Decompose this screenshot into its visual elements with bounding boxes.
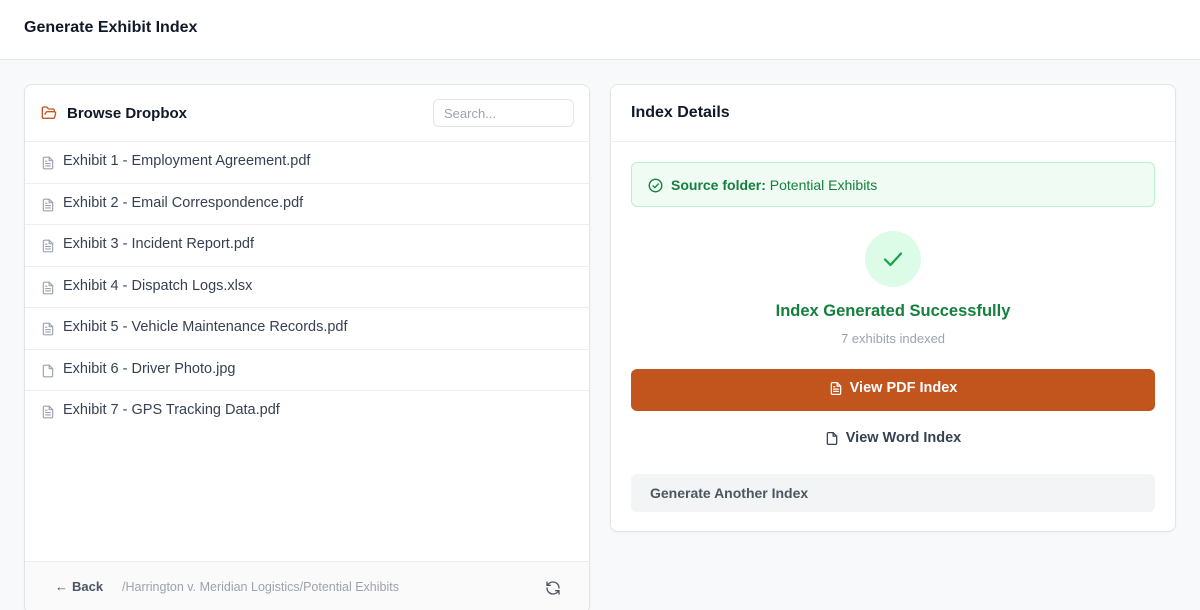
file-icon [42,364,54,377]
file-name: Exhibit 1 - Employment Agreement.pdf [63,153,311,169]
dropbox-browser-panel: Browse Dropbox Exhibit 1 - Employment Ag… [24,84,590,610]
exhibit-count: 7 exhibits indexed [840,331,946,346]
source-folder-text: Source folder: Potential Exhibits [671,177,877,193]
source-folder-label: Source folder: [671,177,766,193]
success-check-icon [865,231,921,287]
file-list: Exhibit 1 - Employment Agreement.pdf Exh… [25,142,589,433]
file-name: Exhibit 4 - Dispatch Logs.xlsx [63,277,253,294]
view-pdf-label: View PDF Index [849,380,958,397]
list-item[interactable]: Exhibit 2 - Email Correspondence.pdf [25,184,589,225]
file-text-icon [42,198,54,211]
view-word-index-button[interactable]: View Word Index [631,419,1155,461]
details-header: Index Details [611,85,1175,142]
file-name: Exhibit 7 - GPS Tracking Data.pdf [63,402,280,418]
source-folder-value: Potential Exhibits [769,177,878,193]
list-item[interactable]: Exhibit 1 - Employment Agreement.pdf [25,142,589,184]
file-name: Exhibit 3 - Incident Report.pdf [63,236,255,252]
top-bar: Generate Exhibit Index [0,0,1200,60]
list-item[interactable]: Exhibit 5 - Vehicle Maintenance Records.… [25,308,589,350]
back-button[interactable]: ← Back [55,579,103,594]
file-text-icon [42,405,54,419]
browser-header: Browse Dropbox [25,85,589,142]
search-input[interactable] [433,99,574,127]
back-label: Back [72,579,104,594]
file-text-icon [830,381,841,395]
page-title: Generate Exhibit Index [24,19,198,36]
list-item[interactable]: Exhibit 6 - Driver Photo.jpg [25,350,589,391]
file-text-icon [42,156,54,170]
file-text-icon [42,281,54,294]
browser-footer: ← Back /Harrington v. Meridian Logistics/… [25,561,589,610]
file-text-icon [42,239,54,253]
browser-title: Browse Dropbox [67,105,188,122]
list-item[interactable]: Exhibit 4 - Dispatch Logs.xlsx [25,267,589,308]
file-icon [826,431,838,445]
refresh-icon[interactable] [545,580,561,596]
file-text-icon [42,322,54,336]
current-path: /Harrington v. Meridian Logistics/Potent… [122,580,399,594]
index-details-panel: Index Details Source folder: Potential E… [610,84,1176,532]
check-circle-icon [648,178,663,193]
file-name: Exhibit 5 - Vehicle Maintenance Records.… [63,319,348,335]
view-pdf-index-button[interactable]: View PDF Index [631,369,1155,411]
folder-open-icon [41,106,57,119]
view-word-label: View Word Index [845,430,962,447]
details-title: Index Details [631,104,730,121]
generate-another-index-button[interactable]: Generate Another Index [631,474,1155,512]
list-item[interactable]: Exhibit 7 - GPS Tracking Data.pdf [25,391,589,433]
arrow-left-icon: ← [55,579,68,594]
file-name: Exhibit 2 - Email Correspondence.pdf [63,194,304,211]
success-title: Index Generated Successfully [775,302,1011,320]
source-folder-banner: Source folder: Potential Exhibits [631,162,1155,207]
file-name: Exhibit 6 - Driver Photo.jpg [63,360,236,377]
list-item[interactable]: Exhibit 3 - Incident Report.pdf [25,225,589,267]
